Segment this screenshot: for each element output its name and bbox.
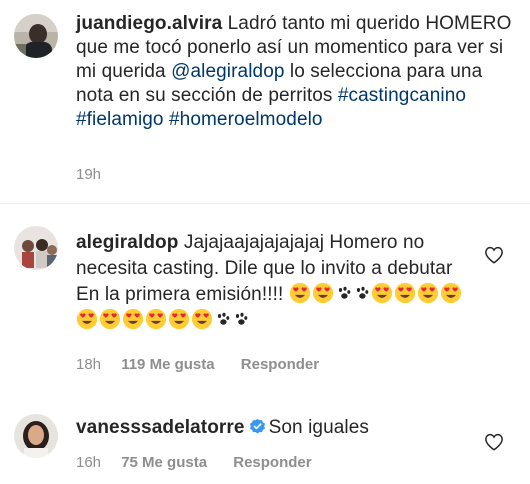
comment-username[interactable]: juandiego.alvira [76, 13, 222, 34]
heart-eyes-icon [99, 308, 121, 330]
paw-prints-icon [354, 286, 370, 302]
like-button[interactable] [484, 433, 504, 451]
divider [0, 203, 530, 204]
heart-eyes-icon [289, 282, 311, 304]
heart-eyes-icon [371, 282, 393, 304]
comment-body: vanesssadelatorre Son iguales [76, 416, 496, 440]
comment-meta: 16h 75 Me gusta Responder [76, 454, 312, 472]
heart-eyes-icon [122, 308, 144, 330]
heart-eyes-icon [145, 308, 167, 330]
heart-eyes-icon [76, 308, 98, 330]
heart-outline-icon [485, 433, 503, 451]
comment-text: Son iguales [268, 417, 369, 438]
comment-username[interactable]: alegiraldop [76, 232, 178, 253]
comment-body: juandiego.alvira Ladró tanto mi querido … [76, 12, 520, 132]
heart-eyes-icon [191, 308, 213, 330]
paw-prints-icon [233, 312, 249, 328]
hashtag-link[interactable]: #castingcanino [338, 85, 466, 106]
like-button[interactable] [484, 246, 504, 264]
reply-button[interactable]: Responder [241, 356, 319, 373]
avatar[interactable] [14, 414, 58, 458]
comment-meta: 18h 119 Me gusta Responder [76, 356, 319, 374]
comment-meta: 19h [76, 166, 101, 184]
heart-eyes-icon [440, 282, 462, 304]
likes-count[interactable]: 119 Me gusta [121, 356, 214, 373]
heart-eyes-icon [168, 308, 190, 330]
avatar[interactable] [14, 226, 58, 270]
paw-prints-icon [336, 286, 352, 302]
heart-outline-icon [485, 246, 503, 264]
heart-eyes-icon [312, 282, 334, 304]
comment-timestamp[interactable]: 19h [76, 166, 101, 183]
likes-count[interactable]: 75 Me gusta [121, 454, 207, 471]
hashtag-link[interactable]: #fielamigo [76, 109, 164, 130]
verified-badge-icon [249, 418, 266, 435]
comment-timestamp[interactable]: 16h [76, 454, 101, 471]
paw-prints-icon [215, 312, 231, 328]
avatar[interactable] [14, 14, 58, 58]
heart-eyes-icon [394, 282, 416, 304]
comment-username[interactable]: vanesssadelatorre [76, 417, 245, 438]
comment-timestamp[interactable]: 18h [76, 356, 101, 373]
mention-link[interactable]: @alegiraldop [171, 61, 284, 82]
comment-body: alegiraldop Jajajaajajajajajaj Homero no… [76, 230, 476, 334]
reply-button[interactable]: Responder [233, 454, 311, 471]
hashtag-link[interactable]: #homeroelmodelo [169, 109, 323, 130]
heart-eyes-icon [417, 282, 439, 304]
